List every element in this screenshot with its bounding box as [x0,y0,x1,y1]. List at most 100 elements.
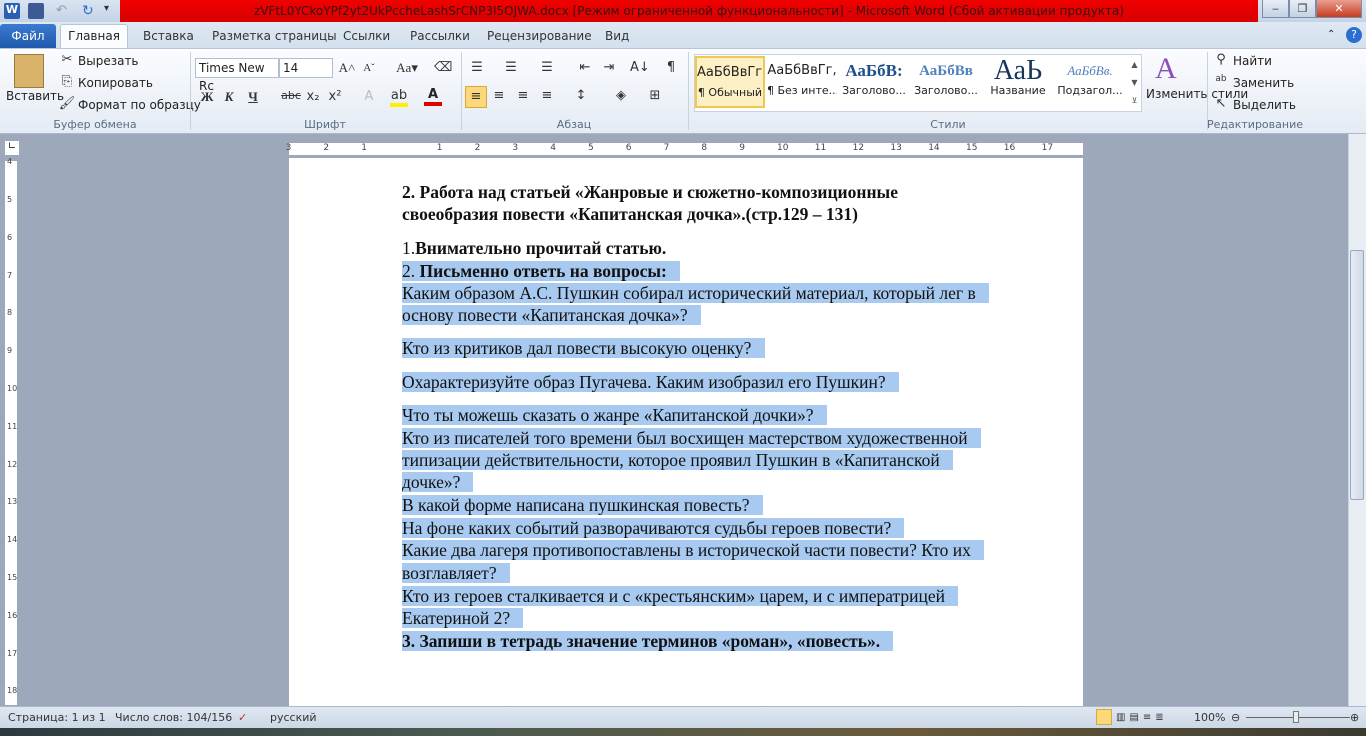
text-line[interactable]: 3. Запиши в тетрадь значение терминов «р… [402,630,894,652]
style-normal[interactable]: АаБбВвГг, ¶ Обычный [695,56,765,108]
style-subtitle[interactable]: АаБбВв. Подзагол... [1055,56,1125,108]
text-line[interactable]: На фоне каких событий разворачиваются су… [402,517,905,539]
show-formatting-icon[interactable]: ¶ [662,60,680,75]
text-line[interactable]: типизации действительности, которое проя… [402,449,953,471]
style-title[interactable]: АаЬ Название [983,56,1053,108]
zoom-out-icon[interactable]: ⊖ [1231,707,1240,728]
font-name-select[interactable]: Times New Rc [195,58,279,93]
tab-view[interactable]: Вид [605,26,629,46]
text-line[interactable]: Каким образом А.С. Пушкин собирал истори… [402,282,989,304]
tab-mailings[interactable]: Рассылки [410,26,470,46]
change-case-icon[interactable]: Aa▾ [394,60,420,76]
select-button[interactable]: Выделить [1233,98,1296,112]
paste-icon[interactable] [14,54,44,88]
style-no-spacing[interactable]: АаБбВвГг, ¶ Без инте... [767,56,837,108]
font-size-select[interactable]: 14 [279,58,333,78]
vertical-ruler[interactable]: 4 5 6 7 8 9 10 11 12 13 14 15 16 17 18 [4,157,18,706]
strikethrough-icon[interactable]: abc [280,89,302,102]
text-line[interactable]: Кто из героев сталкивается и с «крестьян… [402,585,959,607]
view-modes-icons[interactable]: ▥▤≡≣ [1116,707,1168,728]
proofing-icon[interactable]: ✓ [238,707,247,728]
tab-page-layout[interactable]: Разметка страницы [212,26,337,46]
text-line[interactable]: 2. Работа над статьей «Жанровые и сюжетн… [402,181,898,203]
print-layout-icon[interactable] [1096,709,1112,725]
text-line[interactable]: Кто из критиков дал повести высокую оцен… [402,337,765,359]
tab-insert[interactable]: Вставка [143,26,194,46]
highlight-icon[interactable]: ab [390,88,408,107]
styles-scroll-buttons[interactable]: ▲ ▼ ⊻ [1128,56,1141,110]
text-line[interactable]: возглавляет? [402,562,510,584]
text-line[interactable]: Охарактеризуйте образ Пугачева. Каким из… [402,371,899,393]
style-heading-1[interactable]: АаБбВ: Заголово... [839,56,909,108]
text-line[interactable]: Что ты можешь сказать о жанре «Капитанск… [402,404,827,426]
minimize-ribbon-icon[interactable]: ⌃ [1327,29,1335,40]
line-spacing-icon[interactable]: ↕ [572,88,590,103]
paste-button[interactable]: Вставить [6,89,64,103]
word-count[interactable]: Число слов: 104/156 [115,707,232,728]
superscript-icon[interactable]: x² [326,89,344,104]
tab-file[interactable]: Файл [0,24,56,48]
customize-qat-icon[interactable]: ▾ [104,3,120,19]
text-line[interactable]: Кто из писателей того времени был восхищ… [402,427,981,449]
align-left-icon[interactable]: ≡ [465,86,487,108]
zoom-level[interactable]: 100% [1194,707,1225,728]
font-color-icon[interactable]: A [424,87,442,106]
sort-icon[interactable]: A↓ [630,60,650,75]
decrease-indent-icon[interactable]: ⇤ [576,60,594,75]
justify-icon[interactable]: ≡ [538,88,556,103]
language[interactable]: русский [270,707,317,728]
text-line[interactable]: Какие два лагеря противопоставлены в ист… [402,539,985,561]
numbering-icon[interactable]: ☰ [502,60,520,75]
cut-button[interactable]: Вырезать [78,54,139,68]
redo-icon[interactable]: ↻ [82,3,98,19]
zoom-slider-thumb[interactable] [1293,711,1299,723]
tab-selector-icon[interactable]: ∟ [4,140,20,156]
help-icon[interactable]: ? [1346,27,1362,43]
tab-references[interactable]: Ссылки [343,26,390,46]
text-line[interactable]: 1.Внимательно прочитай статью. [402,237,666,259]
text-line[interactable]: дочке»? [402,471,474,493]
text-line[interactable]: своеобразия повести «Капитанская дочка».… [402,203,858,225]
text-line[interactable]: 2. Письменно ответь на вопросы: [402,260,680,282]
multilevel-list-icon[interactable]: ☰ [538,60,556,75]
text-line[interactable]: В какой форме написана пушкинская повест… [402,494,763,516]
word-logo-icon[interactable]: W [4,3,20,19]
align-center-icon[interactable]: ≡ [490,88,508,103]
text-run: типизации действительности, которое проя… [402,450,940,470]
clear-formatting-icon[interactable]: ⌫ [434,60,452,75]
replace-button[interactable]: Заменить [1233,76,1294,90]
format-painter-button[interactable]: Формат по образцу [78,98,201,112]
tab-review[interactable]: Рецензирование [487,26,592,46]
increase-indent-icon[interactable]: ⇥ [600,60,618,75]
close-button[interactable]: ✕ [1316,0,1362,18]
save-icon[interactable] [28,3,44,19]
ruler-tick: 8 [7,308,13,318]
scrollbar-thumb[interactable] [1350,250,1364,500]
page-count[interactable]: Страница: 1 из 1 [8,707,106,728]
tab-home[interactable]: Главная [60,24,128,49]
text-line[interactable]: основу повести «Капитанская дочка»? [402,304,701,326]
copy-button[interactable]: Копировать [78,76,153,90]
style-preview: АаБбВв [919,63,973,79]
underline-button[interactable]: Ч [244,89,262,105]
italic-button[interactable]: К [220,89,238,105]
shading-icon[interactable]: ◈ [612,88,630,103]
subscript-icon[interactable]: x₂ [304,89,322,104]
horizontal-ruler[interactable]: 3 2 1 1 2 3 4 5 6 7 8 9 10 11 12 13 14 15 16 17 [286,142,1084,156]
find-button[interactable]: Найти [1233,54,1272,68]
ruler-tick: 15 [7,573,18,582]
change-styles-button[interactable]: Изменить стили [1146,88,1248,101]
style-heading-2[interactable]: АаБбВв Заголово... [911,56,981,108]
zoom-in-icon[interactable]: ⊕ [1350,707,1359,728]
shrink-font-icon[interactable]: Aˇ [360,62,378,74]
align-right-icon[interactable]: ≡ [514,88,532,103]
text-line[interactable]: Екатериной 2? [402,607,524,629]
restore-button[interactable]: ❐ [1289,0,1316,18]
grow-font-icon[interactable]: A˄ [338,60,356,76]
bullets-icon[interactable]: ☰ [468,60,486,75]
borders-icon[interactable]: ⊞ [646,88,664,103]
minimize-button[interactable]: ‒ [1262,0,1289,18]
bold-button[interactable]: Ж [198,89,216,105]
undo-icon[interactable]: ↶ [56,3,72,19]
text-effects-icon[interactable]: A [360,89,378,104]
